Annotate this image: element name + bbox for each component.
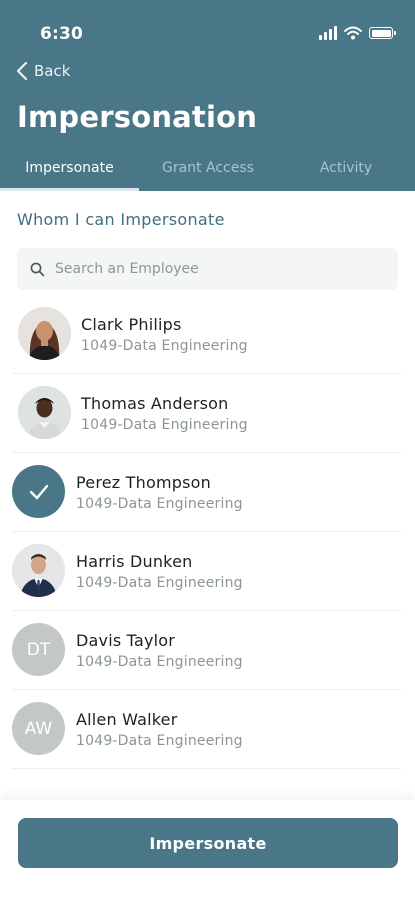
employee-name: Davis Taylor: [76, 631, 176, 650]
search-icon: [30, 262, 45, 276]
tab-grant-access[interactable]: Grant Access: [139, 160, 277, 191]
employee-name: Harris Dunken: [76, 552, 193, 571]
employee-name: Perez Thompson: [76, 473, 211, 492]
signal-icon: [319, 26, 337, 40]
bottom-action-bar: Impersonate: [0, 800, 415, 900]
employee-department: 1049-Data Engineering: [76, 575, 243, 591]
person-photo-icon: [18, 307, 71, 360]
battery-icon: [369, 27, 396, 39]
person-photo-icon: [12, 544, 65, 597]
employee-department: 1049-Data Engineering: [81, 417, 248, 433]
impersonate-button[interactable]: Impersonate: [18, 818, 398, 868]
employee-name: Thomas Anderson: [81, 394, 229, 413]
employee-department: 1049-Data Engineering: [81, 338, 248, 354]
selected-avatar: [12, 465, 65, 518]
active-tab-indicator: [0, 188, 139, 191]
back-label: Back: [34, 62, 71, 80]
employee-name: Clark Philips: [81, 315, 182, 334]
chevron-left-icon: [16, 61, 28, 81]
app-header: 6:30 Back Impersonation Impersonate Gran…: [0, 0, 415, 191]
employee-department: 1049-Data Engineering: [76, 654, 243, 670]
page-title: Impersonation: [17, 100, 258, 134]
list-item[interactable]: Clark Philips 1049-Data Engineering: [0, 295, 415, 374]
list-item[interactable]: DT Davis Taylor 1049-Data Engineering: [0, 611, 415, 690]
back-button[interactable]: Back: [16, 61, 70, 81]
search-bar[interactable]: [17, 248, 398, 290]
list-item[interactable]: Harris Dunken 1049-Data Engineering: [0, 532, 415, 611]
employee-list: Clark Philips 1049-Data Engineering Thom…: [0, 295, 415, 769]
list-item[interactable]: Perez Thompson 1049-Data Engineering: [0, 453, 415, 532]
avatar: [12, 544, 65, 597]
list-item[interactable]: Thomas Anderson 1049-Data Engineering: [0, 374, 415, 453]
person-photo-icon: [18, 386, 71, 439]
initials-avatar: AW: [12, 702, 65, 755]
avatar: [18, 307, 71, 360]
status-icons: [319, 26, 396, 40]
section-title: Whom I can Impersonate: [17, 210, 225, 229]
employee-name: Allen Walker: [76, 710, 178, 729]
list-item[interactable]: AW Allen Walker 1049-Data Engineering: [0, 690, 415, 769]
checkmark-icon: [29, 484, 48, 499]
employee-department: 1049-Data Engineering: [76, 733, 243, 749]
wifi-icon: [344, 26, 362, 40]
tab-bar: Impersonate Grant Access Activity: [0, 160, 415, 191]
initials-avatar: DT: [12, 623, 65, 676]
employee-department: 1049-Data Engineering: [76, 496, 243, 512]
avatar: [18, 386, 71, 439]
tab-activity[interactable]: Activity: [277, 160, 415, 191]
status-time: 6:30: [40, 24, 84, 44]
search-input[interactable]: [55, 261, 375, 277]
tab-impersonate[interactable]: Impersonate: [0, 160, 139, 191]
status-bar: 6:30: [0, 0, 415, 56]
